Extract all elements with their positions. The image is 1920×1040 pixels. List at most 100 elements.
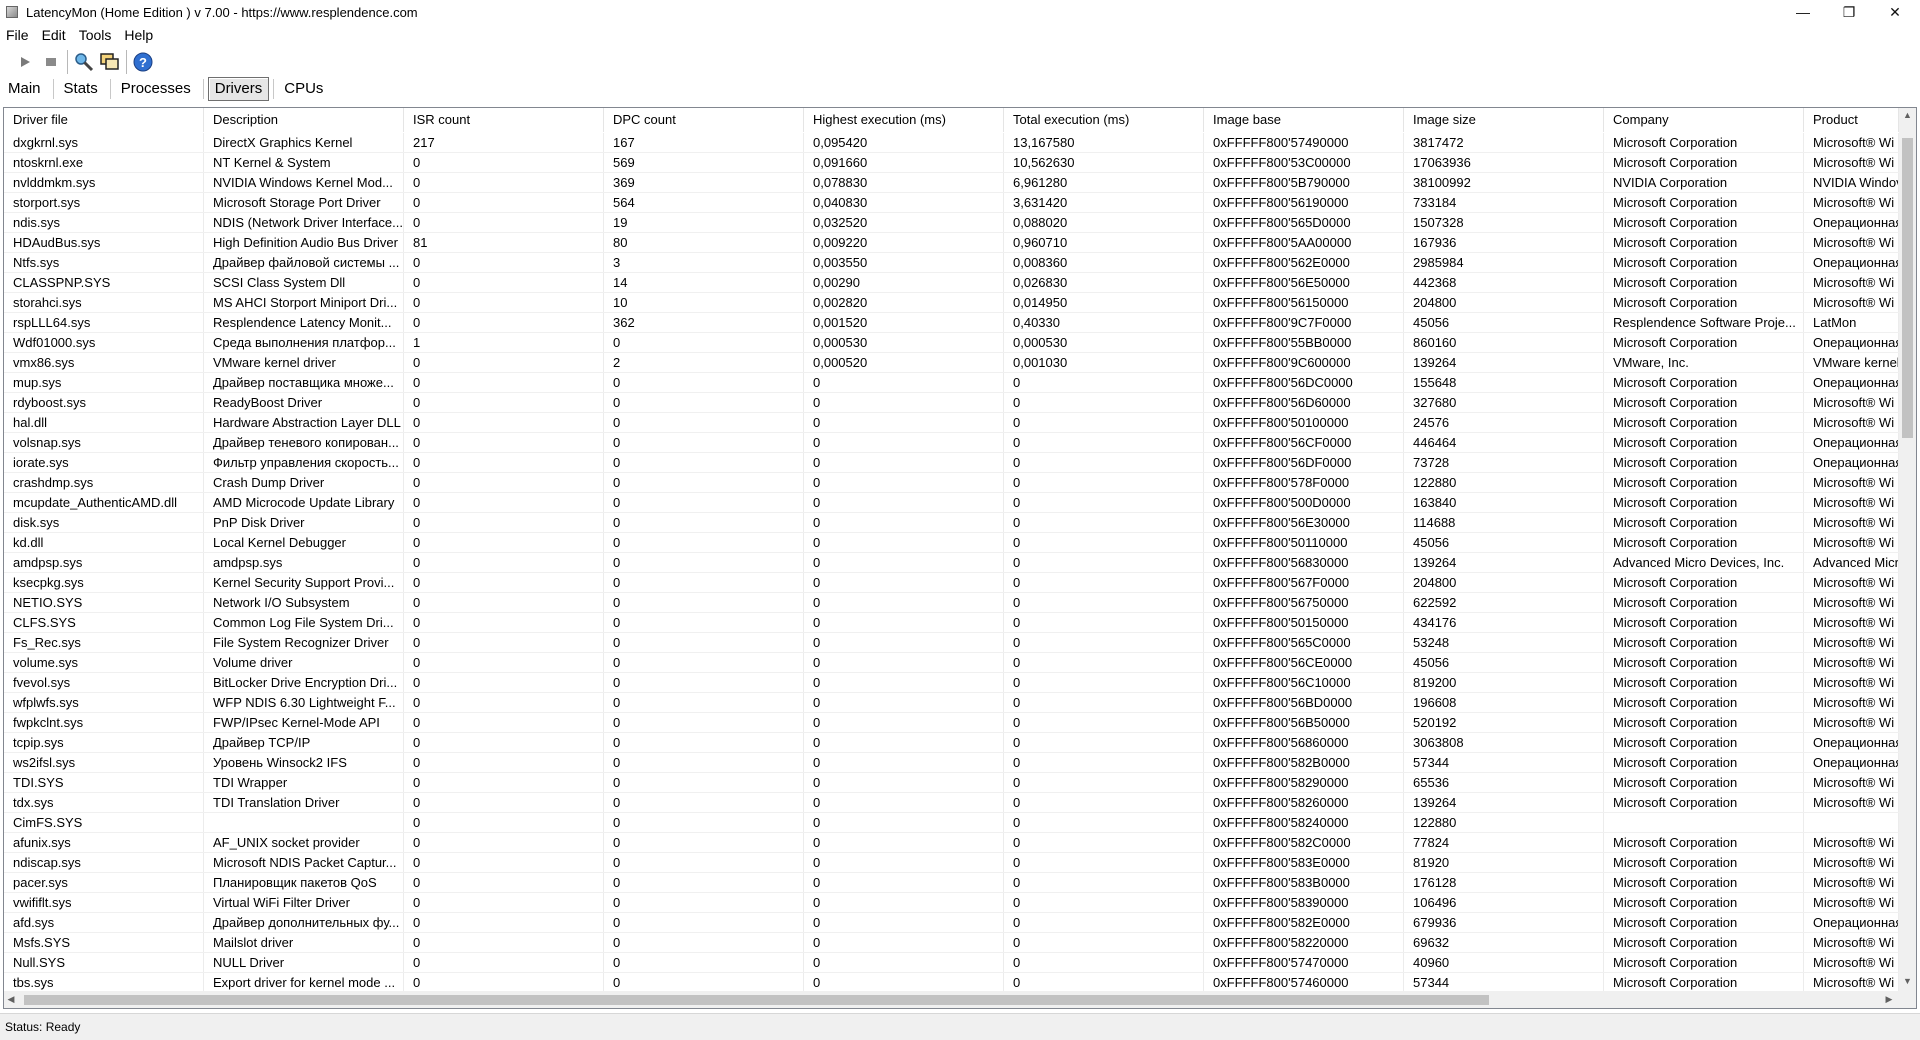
tab-main[interactable]: Main <box>0 77 51 101</box>
table-row[interactable]: tdx.sys TDI Translation Driver 0 0 0 0 0xFFFFF… <box>4 793 1899 813</box>
table-row[interactable]: Fs_Rec.sys File System Recognizer Driver 0… <box>4 633 1899 653</box>
help-icon[interactable]: ? <box>130 49 156 75</box>
table-cell: Microsoft Storage Port Driver <box>204 193 404 212</box>
stop-icon[interactable] <box>38 49 64 75</box>
menu-edit[interactable]: Edit <box>36 27 73 43</box>
menu-help[interactable]: Help <box>118 27 160 43</box>
table-cell: 0,001030 <box>1004 353 1204 372</box>
column-header[interactable]: Driver file <box>4 108 204 132</box>
table-cell: 0 <box>604 593 804 612</box>
table-cell: Ntfs.sys <box>4 253 204 272</box>
table-row[interactable]: TDI.SYS TDI Wrapper 0 0 0 0 0xFFFFF800'5829000… <box>4 773 1899 793</box>
scroll-right-icon[interactable]: ▶ <box>1884 994 1894 1005</box>
table-row[interactable]: ws2ifsl.sys Уровень Winsock2 IFS 0 0 0 0 0xFFF… <box>4 753 1899 773</box>
table-cell: Microsoft® Wi <box>1804 833 1899 852</box>
table-row[interactable]: NETIO.SYS Network I/O Subsystem 0 0 0 0 0xFFFF… <box>4 593 1899 613</box>
table-row[interactable]: afd.sys Драйвер дополнительных фу... 0 0 0 0 0… <box>4 913 1899 933</box>
table-cell: 1 <box>404 333 604 352</box>
column-header[interactable]: Product <box>1804 108 1899 132</box>
table-row[interactable]: iorate.sys Фильтр управления скорость... 0… <box>4 453 1899 473</box>
table-row[interactable]: fvevol.sys BitLocker Drive Encryption Dri… <box>4 673 1899 693</box>
table-cell: ntoskrnl.exe <box>4 153 204 172</box>
table-row[interactable]: tbs.sys Export driver for kernel mode ...… <box>4 973 1899 991</box>
table-cell: 0,040830 <box>804 193 1004 212</box>
table-row[interactable]: ndis.sys NDIS (Network Driver Interface..… <box>4 213 1899 233</box>
horizontal-scroll-thumb[interactable] <box>24 995 1489 1005</box>
table-row[interactable]: CLASSPNP.SYS SCSI Class System Dll 0 14 0,00… <box>4 273 1899 293</box>
table-cell: 362 <box>604 313 804 332</box>
table-row[interactable]: CimFS.SYS 0 0 0 0 0xFFFFF800'58240000 122880 <box>4 813 1899 833</box>
table-row[interactable]: amdpsp.sys amdpsp.sys 0 0 0 0 0xFFFFF800'56830… <box>4 553 1899 573</box>
table-row[interactable]: CLFS.SYS Common Log File System Dri... 0 0 0… <box>4 613 1899 633</box>
table-row[interactable]: Wdf01000.sys Среда выполнения платфор... 1… <box>4 333 1899 353</box>
minimize-button[interactable]: — <box>1780 0 1826 24</box>
tab-stats[interactable]: Stats <box>56 77 108 101</box>
table-row[interactable]: mcupdate_AuthenticAMD.dll AMD Microcode U… <box>4 493 1899 513</box>
table-row[interactable]: wfplwfs.sys WFP NDIS 6.30 Lightweight F..… <box>4 693 1899 713</box>
table-cell: Планировщик пакетов QoS <box>204 873 404 892</box>
table-cell: 0,026830 <box>1004 273 1204 292</box>
table-cell: VMware, Inc. <box>1604 353 1804 372</box>
column-header[interactable]: Total execution (ms) <box>1004 108 1204 132</box>
table-row[interactable]: kd.dll Local Kernel Debugger 0 0 0 0 0xFFFFF80… <box>4 533 1899 553</box>
table-row[interactable]: storahci.sys MS AHCI Storport Miniport Dr… <box>4 293 1899 313</box>
table-row[interactable]: mup.sys Драйвер поставщика множе... 0 0 0 0 0x… <box>4 373 1899 393</box>
table-row[interactable]: volume.sys Volume driver 0 0 0 0 0xFFFFF800'56… <box>4 653 1899 673</box>
table-row[interactable]: hal.dll Hardware Abstraction Layer DLL 0 0 0… <box>4 413 1899 433</box>
column-header[interactable]: Image size <box>1404 108 1604 132</box>
table-row[interactable]: nvlddmkm.sys NVIDIA Windows Kernel Mod...… <box>4 173 1899 193</box>
table-row[interactable]: crashdmp.sys Crash Dump Driver 0 0 0 0 0xFFFFF… <box>4 473 1899 493</box>
table-row[interactable]: ntoskrnl.exe NT Kernel & System 0 569 0,0916… <box>4 153 1899 173</box>
scroll-up-icon[interactable]: ▲ <box>1899 110 1916 120</box>
table-row[interactable]: ksecpkg.sys Kernel Security Support Provi… <box>4 573 1899 593</box>
table-row[interactable]: volsnap.sys Драйвер теневого копирован...… <box>4 433 1899 453</box>
table-cell: 0xFFFFF800'56150000 <box>1204 293 1404 312</box>
table-row[interactable]: ndiscap.sys Microsoft NDIS Packet Captur.… <box>4 853 1899 873</box>
tab-cpus[interactable]: CPUs <box>276 77 333 101</box>
table-cell: 0,000520 <box>804 353 1004 372</box>
tab-processes[interactable]: Processes <box>113 77 201 101</box>
table-cell: 0 <box>404 793 604 812</box>
maximize-button[interactable]: ❐ <box>1826 0 1872 24</box>
table-row[interactable]: rdyboost.sys ReadyBoost Driver 0 0 0 0 0xFFFFF… <box>4 393 1899 413</box>
table-row[interactable]: pacer.sys Планировщик пакетов QoS 0 0 0 0 0xFF… <box>4 873 1899 893</box>
vertical-scroll-thumb[interactable] <box>1902 138 1913 438</box>
table-row[interactable]: rspLLL64.sys Resplendence Latency Monit..… <box>4 313 1899 333</box>
windows-icon[interactable] <box>97 49 123 75</box>
table-cell: Microsoft® Wi <box>1804 873 1899 892</box>
search-tool-icon[interactable] <box>71 49 97 75</box>
table-row[interactable]: fwpkclnt.sys FWP/IPsec Kernel-Mode API 0 0 0… <box>4 713 1899 733</box>
column-header[interactable]: ISR count <box>404 108 604 132</box>
menu-file[interactable]: File <box>0 27 36 43</box>
column-header[interactable]: Highest execution (ms) <box>804 108 1004 132</box>
table-row[interactable]: tcpip.sys Драйвер TCP/IP 0 0 0 0 0xFFFFF800'56… <box>4 733 1899 753</box>
menu-tools[interactable]: Tools <box>73 27 119 43</box>
table-row[interactable]: afunix.sys AF_UNIX socket provider 0 0 0 0 0xF… <box>4 833 1899 853</box>
table-cell: 0 <box>804 633 1004 652</box>
table-row[interactable]: Ntfs.sys Драйвер файловой системы ... 0 3 0,… <box>4 253 1899 273</box>
table-row[interactable]: HDAudBus.sys High Definition Audio Bus Dr… <box>4 233 1899 253</box>
table-cell: 0 <box>1004 693 1204 712</box>
column-header[interactable]: DPC count <box>604 108 804 132</box>
play-icon[interactable] <box>12 49 38 75</box>
tab-drivers[interactable]: Drivers <box>207 77 270 101</box>
column-header[interactable]: Company <box>1604 108 1804 132</box>
vertical-scrollbar[interactable]: ▲ ▼ <box>1899 108 1916 991</box>
close-button[interactable]: ✕ <box>1872 0 1918 24</box>
table-cell: Microsoft NDIS Packet Captur... <box>204 853 404 872</box>
table-row[interactable]: storport.sys Microsoft Storage Port Drive… <box>4 193 1899 213</box>
horizontal-scrollbar[interactable]: ◀ ▶ <box>4 991 1899 1008</box>
table-row[interactable]: vmx86.sys VMware kernel driver 0 2 0,000520 0… <box>4 353 1899 373</box>
column-header[interactable]: Description <box>204 108 404 132</box>
table-row[interactable]: Null.SYS NULL Driver 0 0 0 0 0xFFFFF800'574700… <box>4 953 1899 973</box>
column-header[interactable]: Image base <box>1204 108 1404 132</box>
table-cell: FWP/IPsec Kernel-Mode API <box>204 713 404 732</box>
table-row[interactable]: disk.sys PnP Disk Driver 0 0 0 0 0xFFFFF800'56… <box>4 513 1899 533</box>
scroll-left-icon[interactable]: ◀ <box>6 994 16 1005</box>
scroll-down-icon[interactable]: ▼ <box>1899 976 1916 986</box>
table-row[interactable]: vwififlt.sys Virtual WiFi Filter Driver 0 0… <box>4 893 1899 913</box>
table-row[interactable]: Msfs.SYS Mailslot driver 0 0 0 0 0xFFFFF800'58… <box>4 933 1899 953</box>
table-cell: Операционная <box>1804 913 1899 932</box>
table-cell: 139264 <box>1404 353 1604 372</box>
table-row[interactable]: dxgkrnl.sys DirectX Graphics Kernel 217 167… <box>4 133 1899 153</box>
